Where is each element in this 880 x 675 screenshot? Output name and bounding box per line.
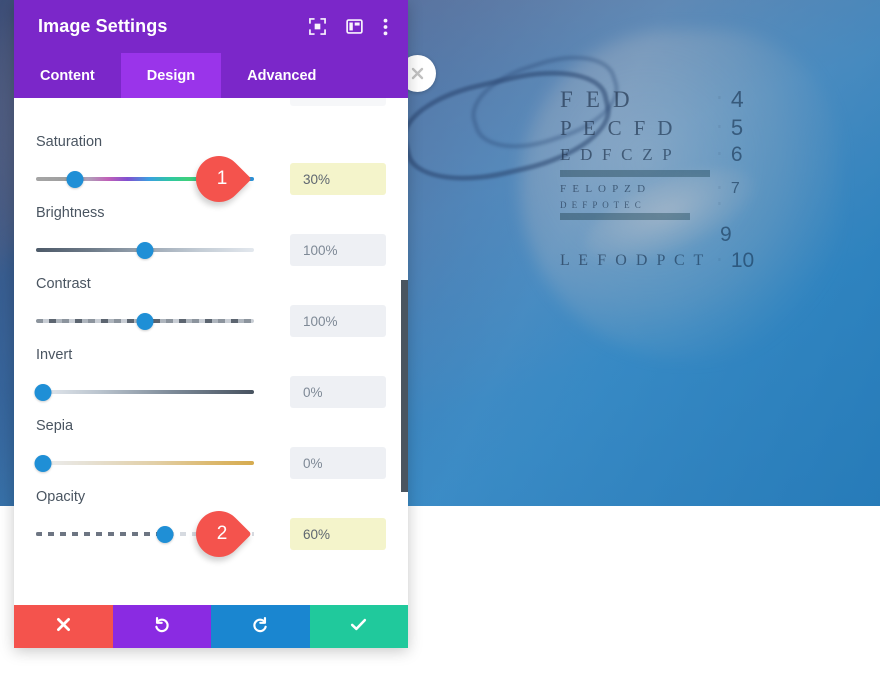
value-text: 0% [303, 455, 323, 471]
value-input-invert[interactable]: 0% [290, 376, 386, 408]
redo-button[interactable] [211, 605, 310, 648]
control-label: Sepia [36, 418, 74, 434]
value-text: 30% [303, 171, 331, 187]
scrollbar-track[interactable] [401, 98, 408, 605]
slider-handle[interactable] [156, 525, 174, 543]
scrollbar-thumb[interactable] [401, 280, 408, 492]
value-text: 100% [303, 313, 338, 329]
redo-arrow-icon [251, 615, 270, 639]
controls-list: Saturation 30% 1 Brightness 100% Contrast 100%… [34, 98, 386, 567]
control-sepia: Sepia 0% [34, 402, 386, 479]
control-contrast: Contrast 100% [36, 260, 386, 337]
value-input-sepia[interactable]: 0% [290, 447, 386, 479]
control-row: 0% [34, 447, 386, 479]
slider-sepia[interactable] [34, 453, 254, 473]
focus-target-icon[interactable] [309, 18, 326, 35]
panel-footer [14, 605, 408, 648]
page-title: Image Settings [38, 16, 168, 36]
tab-advanced[interactable]: Advanced [221, 53, 342, 98]
control-row: 0% [34, 376, 386, 408]
tab-label: Advanced [247, 67, 317, 84]
clipped-value-field[interactable] [290, 98, 386, 106]
undo-arrow-icon [152, 615, 171, 639]
header-icon-group [309, 18, 394, 36]
control-row: 30% 1 [36, 146, 386, 212]
screen: F E D≡4P E C F D≡5E D F C Z P≡6F E L O P… [0, 0, 880, 675]
undo-button[interactable] [112, 605, 211, 648]
slider-handle[interactable] [136, 241, 154, 259]
slider-handle[interactable] [66, 170, 84, 188]
layout-panel-icon[interactable] [346, 18, 363, 35]
control-label: Invert [36, 347, 73, 363]
value-text: 0% [303, 384, 323, 400]
slider-handle[interactable] [136, 312, 154, 330]
more-options-icon[interactable] [383, 18, 388, 36]
control-label: Brightness [36, 205, 105, 221]
value-text: 60% [303, 526, 331, 542]
value-text: 100% [303, 242, 338, 258]
control-label: Saturation [36, 134, 103, 150]
control-label: Opacity [36, 489, 86, 505]
tab-content[interactable]: Content [14, 53, 121, 98]
control-row: 100% [36, 234, 386, 266]
annotation-marker-2: 2 [186, 501, 258, 567]
control-row: 60% 2 [36, 501, 386, 567]
slider-track-fill [36, 532, 165, 536]
slider-invert[interactable] [34, 382, 254, 402]
image-settings-panel: Image Settings Content Design Advanced S… [14, 0, 408, 648]
annotation-marker-1: 1 [186, 146, 258, 212]
clipped-control-above [36, 98, 386, 118]
slider-handle[interactable] [34, 454, 52, 472]
tab-bar: Content Design Advanced [14, 53, 408, 98]
slider-contrast[interactable] [36, 311, 254, 331]
checkmark-icon [349, 615, 368, 639]
slider-track [36, 390, 254, 394]
panel-header: Image Settings [14, 0, 408, 53]
control-saturation: Saturation 30% 1 [36, 118, 386, 212]
marker-number: 1 [216, 167, 228, 189]
tab-design[interactable]: Design [120, 53, 222, 98]
settings-scroll-area[interactable]: Saturation 30% 1 Brightness 100% Contrast 100%… [14, 98, 408, 605]
slider-track [36, 461, 254, 465]
close-circle-icon [411, 67, 424, 80]
control-invert: Invert 0% [34, 331, 386, 408]
marker-number: 2 [216, 522, 228, 544]
slider-handle[interactable] [34, 383, 52, 401]
tab-label: Content [40, 67, 95, 84]
close-x-icon [55, 616, 72, 638]
control-opacity: Opacity 60% 2 [36, 473, 386, 567]
slider-brightness[interactable] [36, 240, 254, 260]
cancel-button[interactable] [14, 605, 113, 648]
value-input-opacity[interactable]: 60% [290, 518, 386, 550]
control-row: 100% [36, 305, 386, 337]
save-button[interactable] [309, 605, 408, 648]
tab-label: Design [146, 67, 196, 84]
value-input-brightness[interactable]: 100% [290, 234, 386, 266]
value-input-saturation[interactable]: 30% [290, 163, 386, 195]
value-input-contrast[interactable]: 100% [290, 305, 386, 337]
control-label: Contrast [36, 276, 91, 292]
